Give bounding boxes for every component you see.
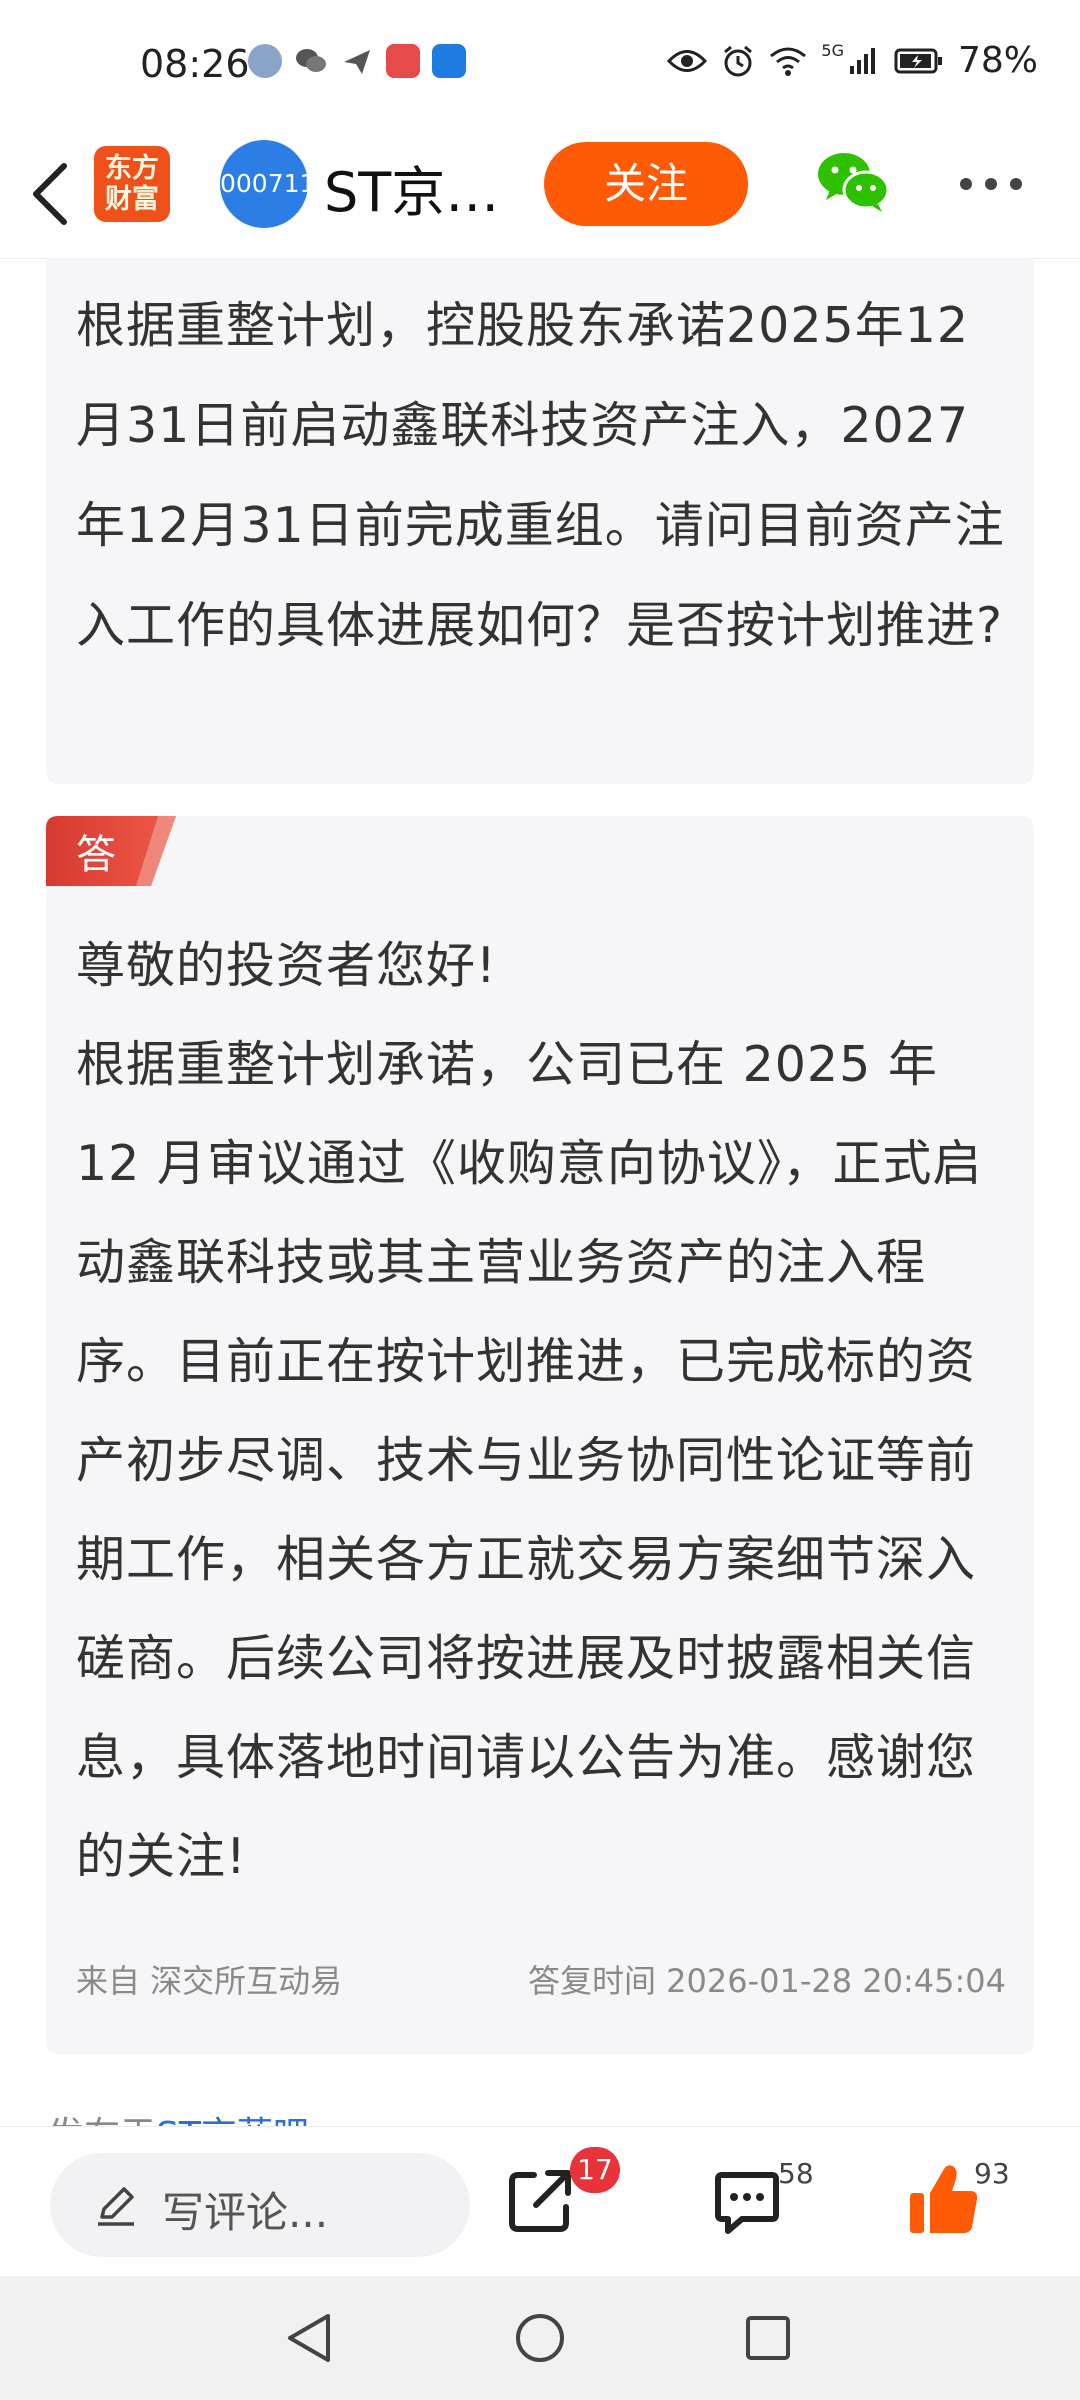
- follow-button[interactable]: 关注: [544, 142, 748, 226]
- top-nav-bar: 东方财富 000711 ST京… 关注: [0, 130, 1080, 259]
- pen-icon: [98, 2187, 134, 2226]
- stock-name[interactable]: ST京…: [324, 148, 499, 227]
- system-nav-bar: [0, 2276, 1080, 2400]
- alarm-icon: [724, 45, 753, 76]
- bottom-toolbar: 写评论... 17 58 93: [0, 2126, 1080, 2277]
- huawei-store-notification-icon: [386, 44, 420, 78]
- nav-back-button[interactable]: [284, 2312, 334, 2368]
- nav-back-icon: [288, 2314, 330, 2362]
- like-icon: [910, 2165, 978, 2233]
- app-logo[interactable]: 东方财富: [94, 146, 170, 222]
- wechat-notification-icon: [294, 44, 328, 78]
- comment-input[interactable]: 写评论...: [50, 2153, 470, 2257]
- answer-badge-label: 答: [76, 832, 116, 878]
- nav-home-icon: [516, 2314, 564, 2362]
- nav-recent-button[interactable]: [744, 2314, 792, 2366]
- question-card: 根据重整计划，控股股东承诺2025年12月31日前启动鑫联科技资产注入，2027…: [46, 258, 1034, 784]
- back-icon: [33, 163, 67, 225]
- status-bar: 08:26 5G 78%: [0, 0, 1080, 130]
- stock-avatar[interactable]: 000711: [220, 140, 315, 228]
- share-button[interactable]: [506, 2165, 576, 2235]
- wechat-icon: [818, 153, 890, 212]
- comment-placeholder: 写评论...: [162, 2188, 329, 2237]
- send-notification-icon: [340, 44, 374, 78]
- answer-greeting: 尊敬的投资者您好!: [76, 937, 497, 994]
- answer-text: 尊敬的投资者您好! 根据重整计划承诺，公司已在 2025 年 12 月审议通过《…: [76, 916, 1011, 1906]
- answer-body: 根据重整计划承诺，公司已在 2025 年 12 月审议通过《收购意向协议》，正式…: [76, 1036, 983, 1885]
- comments-button[interactable]: [712, 2171, 782, 2237]
- comment-count: 58: [778, 2157, 814, 2190]
- answer-card: 答 尊敬的投资者您好! 根据重整计划承诺，公司已在 2025 年 12 月审议通…: [46, 816, 1034, 2054]
- comment-icon: [715, 2172, 779, 2234]
- signal-icon: [849, 47, 875, 74]
- wechat-share-button[interactable]: [816, 148, 890, 214]
- app-logo-text: 东方财富: [105, 153, 159, 215]
- battery-level: 78%: [957, 40, 1038, 81]
- network-type: 5G: [821, 41, 844, 60]
- share-count-badge: 17: [570, 2147, 620, 2193]
- back-button[interactable]: [22, 152, 82, 232]
- more-icon: [960, 178, 1022, 190]
- eye-icon: [667, 49, 708, 72]
- notification-icons: [248, 44, 466, 78]
- nav-recent-icon: [746, 2316, 790, 2360]
- like-button[interactable]: [908, 2163, 980, 2237]
- car-app-notification-icon: [432, 44, 466, 78]
- status-right: 5G 78%: [667, 40, 1038, 81]
- battery-icon: [894, 48, 942, 73]
- wifi-icon: [770, 47, 807, 76]
- answer-source: 来自 深交所互动易: [76, 1962, 343, 2000]
- share-icon: [509, 2170, 571, 2232]
- status-time: 08:26: [140, 42, 250, 86]
- nav-home-button[interactable]: [514, 2312, 566, 2368]
- like-count: 93: [974, 2157, 1010, 2190]
- more-button[interactable]: [958, 172, 1024, 196]
- answer-reply-time: 答复时间 2026-01-28 20:45:04: [527, 1962, 1006, 2000]
- avatar-notification-icon: [248, 44, 282, 78]
- question-text: 根据重整计划，控股股东承诺2025年12月31日前启动鑫联科技资产注入，2027…: [76, 297, 1005, 654]
